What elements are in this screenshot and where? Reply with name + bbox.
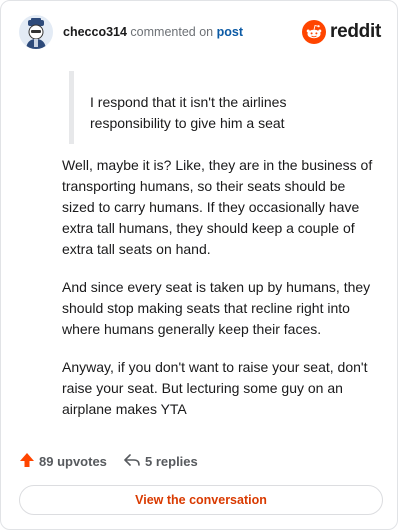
reply-arrow-icon [123, 452, 141, 471]
reddit-logo[interactable]: reddit [302, 19, 381, 45]
reddit-snoo-icon [302, 20, 327, 44]
avatar-image [19, 15, 53, 49]
comment-body: Well, maybe it is? Like, they are in the… [62, 155, 378, 437]
comment-meta: checco314 commented on post [63, 25, 243, 39]
reply-count[interactable]: 5 replies [123, 451, 198, 471]
upvote-label: 89 upvotes [39, 453, 107, 469]
post-link[interactable]: post [217, 25, 243, 39]
avatar[interactable] [19, 15, 53, 49]
quoted-text: I respond that it isn't the airlines res… [69, 71, 369, 144]
username-link[interactable]: checco314 [63, 25, 127, 39]
comment-footer: 89 upvotes 5 replies [19, 451, 381, 473]
upvote-count[interactable]: 89 upvotes [19, 451, 107, 471]
comment-header: checco314 commented on post reddit [19, 15, 381, 51]
reply-label: 5 replies [145, 453, 198, 469]
comment-paragraph: Anyway, if you don't want to raise your … [62, 359, 368, 417]
comment-card: checco314 commented on post reddit I res… [0, 0, 398, 530]
view-conversation-button[interactable]: View the conversation [19, 485, 383, 515]
upvote-arrow-icon [19, 452, 35, 471]
quote-text: I respond that it isn't the airlines res… [90, 94, 287, 131]
comment-paragraph: Well, maybe it is? Like, they are in the… [62, 157, 373, 257]
comment-paragraph: And since every seat is taken up by huma… [62, 279, 371, 337]
brand-wordmark: reddit [330, 21, 381, 42]
action-text: commented on [130, 25, 214, 39]
